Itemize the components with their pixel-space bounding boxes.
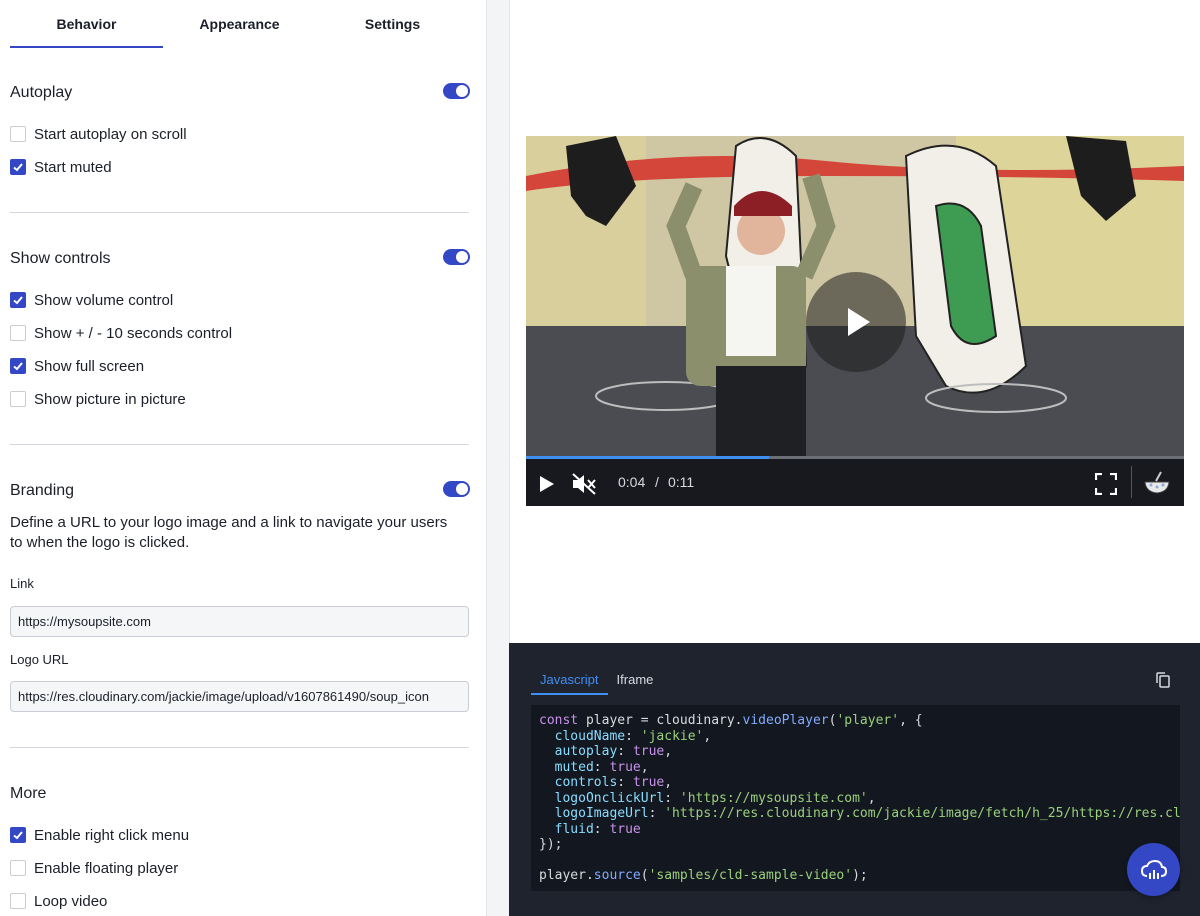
tab-behavior[interactable]: Behavior — [10, 0, 163, 48]
checkbox[interactable] — [10, 292, 26, 308]
code-panel: Javascript Iframe const player = cloudin… — [509, 643, 1200, 916]
option-start-muted[interactable]: Start muted — [10, 157, 112, 177]
divider — [10, 444, 469, 445]
branding-description: Define a URL to your logo image and a li… — [10, 514, 448, 551]
play-icon — [848, 308, 870, 336]
cloud-icon — [1140, 859, 1167, 879]
logo-url-label: Logo URL — [10, 652, 69, 667]
fullscreen-button[interactable] — [1093, 471, 1119, 497]
link-input[interactable] — [10, 606, 469, 637]
control-separator — [1131, 466, 1132, 498]
cloudinary-fab-button[interactable] — [1127, 843, 1180, 896]
tab-iframe[interactable]: Iframe — [608, 667, 663, 695]
duration: 0:11 — [668, 474, 695, 490]
check-icon — [13, 362, 23, 371]
controls-title: Show controls — [10, 250, 111, 267]
checkbox[interactable] — [10, 827, 26, 843]
play-icon — [540, 476, 554, 492]
more-title: More — [10, 785, 47, 802]
tab-settings[interactable]: Settings — [316, 0, 469, 48]
controls-toggle[interactable] — [443, 249, 470, 265]
settings-panel: Behavior Appearance Settings Autoplay St… — [0, 0, 487, 916]
option-floating-player[interactable]: Enable floating player — [10, 858, 178, 878]
checkbox[interactable] — [10, 358, 26, 374]
big-play-button[interactable] — [806, 272, 906, 372]
progress-bar[interactable] — [526, 456, 1184, 459]
code-block[interactable]: const player = cloudinary.videoPlayer('p… — [531, 705, 1180, 891]
option-full-screen[interactable]: Show full screen — [10, 356, 144, 376]
check-icon — [13, 296, 23, 305]
logo-url-input[interactable] — [10, 681, 469, 712]
toggle-knob — [456, 483, 468, 495]
option-seek-control[interactable]: Show + / - 10 seconds control — [10, 323, 232, 343]
option-picture-in-picture[interactable]: Show picture in picture — [10, 389, 186, 409]
checkbox[interactable] — [10, 159, 26, 175]
settings-tabs: Behavior Appearance Settings — [10, 0, 469, 48]
copy-icon — [1156, 672, 1170, 688]
option-right-click-menu[interactable]: Enable right click menu — [10, 825, 189, 845]
play-button[interactable] — [536, 473, 558, 495]
checkbox[interactable] — [10, 893, 26, 909]
code-tabs: Javascript Iframe — [531, 667, 662, 695]
divider — [10, 747, 469, 748]
check-icon — [13, 163, 23, 172]
link-label: Link — [10, 576, 34, 591]
tab-appearance[interactable]: Appearance — [163, 0, 316, 48]
check-icon — [13, 831, 23, 840]
option-volume-control[interactable]: Show volume control — [10, 290, 173, 310]
checkbox[interactable] — [10, 325, 26, 341]
current-time: 0:04 — [618, 474, 646, 490]
toggle-knob — [456, 85, 468, 97]
checkbox[interactable] — [10, 126, 26, 142]
volume-muted-icon — [572, 473, 596, 495]
tab-javascript[interactable]: Javascript — [531, 667, 608, 695]
option-autoplay-on-scroll[interactable]: Start autoplay on scroll — [10, 124, 187, 144]
option-label: Show volume control — [34, 291, 174, 309]
branding-toggle[interactable] — [443, 481, 470, 497]
option-label: Enable right click menu — [34, 826, 190, 844]
checkbox[interactable] — [10, 391, 26, 407]
option-label: Start autoplay on scroll — [34, 125, 187, 143]
copy-button[interactable] — [1154, 671, 1172, 689]
video-player[interactable]: 0:04 / 0:11 — [526, 136, 1184, 506]
autoplay-title: Autoplay — [10, 84, 73, 101]
option-label: Loop video — [34, 892, 108, 910]
option-label: Enable floating player — [34, 859, 179, 877]
checkbox[interactable] — [10, 860, 26, 876]
option-label: Show picture in picture — [34, 390, 186, 408]
time-separator: / — [655, 474, 659, 490]
divider — [10, 212, 469, 213]
fullscreen-icon — [1095, 473, 1117, 495]
progress-fill — [526, 456, 770, 459]
code-text: const player = cloudinary.videoPlayer('p… — [539, 713, 1180, 883]
autoplay-toggle[interactable] — [443, 83, 470, 99]
option-label: Start muted — [34, 158, 112, 176]
mute-button[interactable] — [570, 470, 598, 498]
brand-logo-button[interactable] — [1142, 468, 1172, 498]
option-label: Show full screen — [34, 357, 145, 375]
option-label: Show + / - 10 seconds control — [34, 324, 233, 342]
branding-title: Branding — [10, 482, 75, 499]
option-loop-video[interactable]: Loop video — [10, 891, 107, 911]
soup-bowl-icon — [1144, 471, 1170, 494]
toggle-knob — [456, 251, 468, 263]
